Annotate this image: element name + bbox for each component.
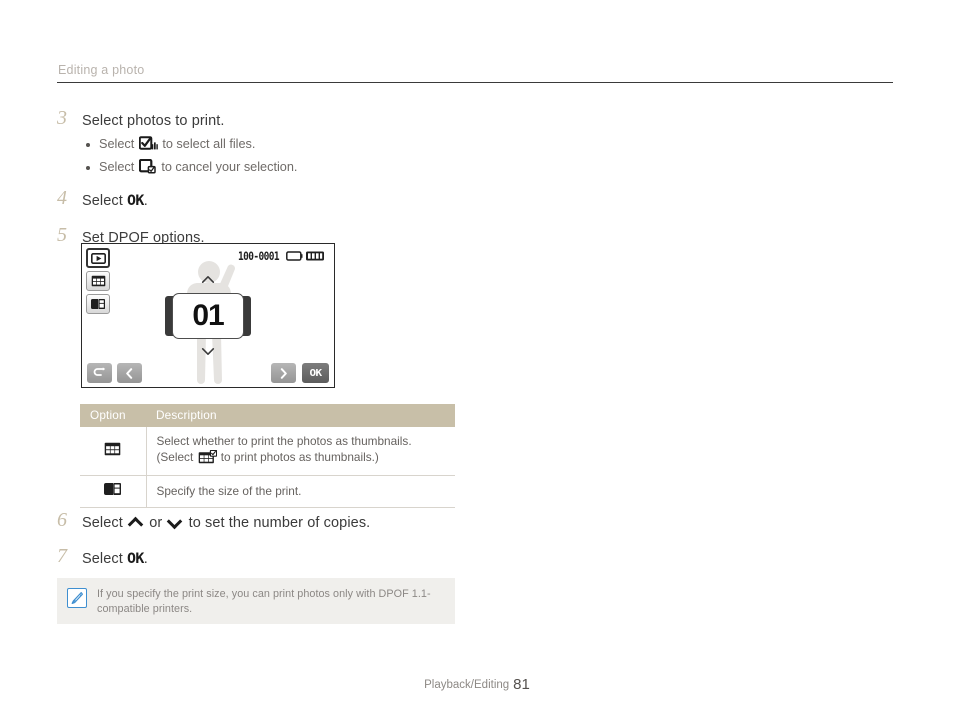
copies-selector: 01 [165,292,251,339]
ok-button-glyph: OK [127,193,144,210]
description-line-2-pre: (Select [156,450,194,464]
column-header-description: Description [146,404,455,427]
cancel-selection-checkbox-icon [138,158,157,180]
copies-value: 01 [192,298,224,332]
page-title: Editing a photo [58,63,145,77]
step-text-pre: Select [82,515,123,531]
page-number: 81 [513,676,530,693]
ok-button-label: OK [309,367,322,379]
step-text-post: to set the number of copies. [188,515,371,531]
print-size-icon [103,483,122,499]
footer-section: Playback/Editing [424,679,510,691]
list-item: Select to select all files. [82,135,897,157]
step-text: Select OK. [82,548,897,571]
thumbnail-grid-icon [104,442,121,459]
description-line-1: Select whether to print the photos as th… [156,434,412,448]
description-line-2: (Select to print photos as thumbnails.) [157,449,448,468]
chevron-up-icon [129,515,143,529]
page-footer: Playback/Editing 81 [0,676,954,693]
step-text: Select OK. [82,190,897,213]
step-text-mid: or [149,515,163,531]
step-3-bullets: Select to select all files. Select to ca… [82,135,897,180]
manual-page: Editing a photo 3 Select photos to print… [0,0,954,720]
next-button[interactable] [271,363,296,383]
description-cell: Select whether to print the photos as th… [146,427,455,476]
step-text: Select or to set the number of copies. [82,512,897,534]
description-line-2-post: to print photos as thumbnails.) [220,450,379,464]
option-cell [80,427,147,476]
camera-screen-illustration: 100-0001 01 OK [81,243,335,388]
note-text: If you specify the print size, you can p… [97,588,431,615]
list-item: Select to cancel your selection. [82,158,897,180]
step-list-continued: 6 Select or to set the number of copies.… [57,509,897,573]
bullet-text-post: to select all files. [162,137,256,151]
table-header-row: Option Description [80,404,455,427]
select-all-checkbox-icon [138,136,158,157]
step-6: 6 Select or to set the number of copies. [57,509,897,534]
step-list: 3 Select photos to print. Select to sele… [57,107,897,251]
step-number: 4 [57,187,67,209]
copies-value-box[interactable]: 01 [172,292,244,339]
table-row: Specify the size of the print. [80,475,455,508]
description-line-1: Specify the size of the print. [156,484,302,498]
options-table: Option Description Select whether to pri… [80,404,455,508]
option-cell [80,475,147,508]
column-header-option: Option [80,404,146,427]
step-text-pre: Select [82,193,123,209]
camera-side-buttons [86,248,110,314]
ok-button[interactable]: OK [302,363,329,383]
camera-bottom-buttons: OK [82,363,334,383]
step-text: Select photos to print. [82,113,225,129]
step-number: 3 [57,107,67,129]
header-divider [57,82,893,83]
thumbnail-grid-check-icon [198,449,217,468]
previous-button[interactable] [117,363,142,383]
note-callout: If you specify the print size, you can p… [57,578,455,624]
bullet-text-pre: Select [99,160,135,174]
step-4: 4 Select OK. [57,187,897,213]
file-number-indicator: 100-0001 [238,250,280,264]
step-number: 6 [57,509,67,531]
step-7: 7 Select OK. [57,545,897,571]
step-3: 3 Select photos to print. Select to sele… [57,107,897,180]
table-row: Select whether to print the photos as th… [80,427,455,476]
chevron-up-icon[interactable] [201,275,215,284]
chevron-down-icon [168,515,182,529]
bullet-text-pre: Select [99,137,135,151]
chevron-down-icon[interactable] [201,347,215,356]
description-cell: Specify the size of the print. [146,475,455,508]
selector-bracket-right [243,295,251,336]
thumbnail-print-button[interactable] [86,271,110,291]
bullet-text-post: to cancel your selection. [161,160,298,174]
note-pen-icon [67,588,87,608]
print-size-button[interactable] [86,294,110,314]
step-number: 7 [57,545,67,567]
step-text-pre: Select [82,551,123,567]
ok-button-glyph: OK [127,551,144,568]
back-button[interactable] [87,363,112,383]
playback-mode-button[interactable] [86,248,110,268]
step-number: 5 [57,224,67,246]
battery-icon [286,251,324,261]
running-header: Editing a photo [57,62,893,83]
